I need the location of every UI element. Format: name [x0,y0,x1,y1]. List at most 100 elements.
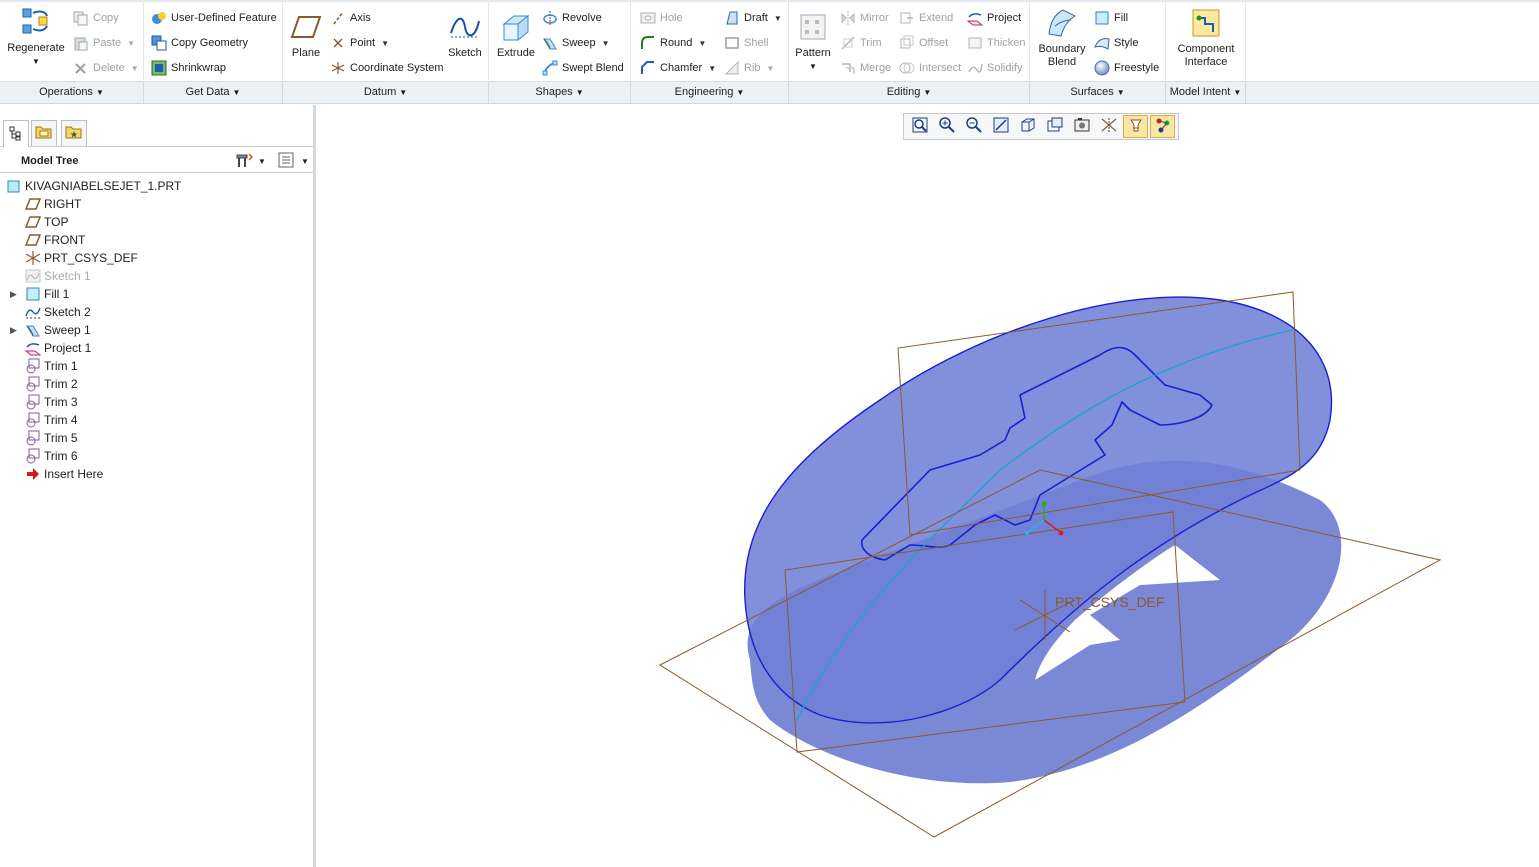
editing-group-menu[interactable]: Editing ▼ [789,81,1030,103]
tree-item-trim-4[interactable]: Trim 4 [25,411,78,429]
sweep-button[interactable]: Sweep ▼ [541,33,610,53]
component-interface-icon [1189,6,1223,40]
copy-geometry-button[interactable]: Copy Geometry [150,33,248,53]
intersect-button[interactable]: Intersect [898,58,961,78]
copy-button[interactable]: Copy [72,8,119,28]
annotation-display-button[interactable] [1150,115,1175,138]
fill-button[interactable]: Fill [1093,8,1128,28]
sketch-button[interactable]: Sketch [445,10,485,60]
tree-item-trim-6[interactable]: Trim 6 [25,447,78,465]
folder-browser-icon [35,124,53,143]
tree-item-trim-2[interactable]: Trim 2 [25,375,78,393]
merge-button[interactable]: Merge [839,58,891,78]
getdata-group-menu[interactable]: Get Data ▼ [144,81,283,103]
expand-arrow-icon[interactable]: ▶ [10,325,20,336]
chevron-down-icon: ▼ [127,38,136,48]
mirror-button[interactable]: Mirror [839,8,889,28]
tab-folder-browser[interactable] [31,120,57,146]
component-interface-button[interactable]: Component Interface [1172,6,1240,69]
modelintent-group-menu[interactable]: Model Intent ▼ [1166,81,1246,103]
tree-item-project-1[interactable]: Project 1 [25,339,91,357]
tree-item-trim-1[interactable]: Trim 1 [25,357,78,375]
saved-views-button[interactable] [1042,115,1067,138]
display-style-icon [1019,116,1037,137]
tree-item-front[interactable]: FRONT [25,231,85,249]
tree-item-label: Trim 6 [44,449,78,463]
model-viewport[interactable]: PRT_CSYS_DEF [319,105,1539,867]
chevron-down-icon: ▼ [130,63,139,73]
tab-favorites[interactable] [61,120,87,146]
repaint-button[interactable] [988,115,1013,138]
refit-button[interactable] [907,115,932,138]
view-manager-button[interactable] [1069,115,1094,138]
shrinkwrap-button[interactable]: Shrinkwrap [150,58,226,78]
tree-item-sweep-1[interactable]: ▶ Sweep 1 [10,321,91,339]
graphics-window[interactable]: PRT_CSYS_DEF [319,105,1539,867]
trim-icon [25,394,41,410]
shell-icon [723,35,740,52]
rib-button[interactable]: Rib ▼ [723,58,774,78]
point-button[interactable]: Point ▼ [329,33,389,53]
surfaces-group-menu[interactable]: Surfaces ▼ [1030,81,1166,103]
chamfer-button[interactable]: Chamfer ▼ [639,58,716,78]
trim-icon [839,35,856,52]
tree-settings-button[interactable]: ▼ [234,152,266,170]
thicken-button[interactable]: Thicken [966,33,1026,53]
freestyle-button[interactable]: Freestyle [1093,58,1159,78]
pattern-button[interactable]: Pattern ▼ [793,10,833,73]
engineering-group-menu[interactable]: Engineering ▼ [631,81,789,103]
datum-group-menu[interactable]: Datum ▼ [283,81,489,103]
plane-button[interactable]: Plane [287,10,325,60]
round-button[interactable]: Round ▼ [639,33,706,53]
shell-button[interactable]: Shell [723,33,768,53]
tree-item-prt-csys-def[interactable]: PRT_CSYS_DEF [25,249,138,267]
tree-item-trim-5[interactable]: Trim 5 [25,429,78,447]
extend-button[interactable]: Extend [898,8,953,28]
csys-icon [329,60,346,77]
point-label: Point [350,37,376,49]
ribbon-bar-filler [1246,81,1539,103]
boundary-blend-button[interactable]: Boundary Blend [1034,6,1090,69]
delete-x-icon [72,60,89,77]
tree-item-label: Trim 1 [44,359,78,373]
coordinate-system-button[interactable]: Coordinate System [329,58,444,78]
display-style-button[interactable] [1015,115,1040,138]
graphics-toolbar [903,113,1179,140]
hole-button[interactable]: Hole [639,8,683,28]
tree-item-label: Sweep 1 [44,323,91,337]
tree-show-button[interactable]: ▼ [277,152,309,170]
swept-blend-button[interactable]: Swept Blend [541,58,624,78]
draft-button[interactable]: Draft ▼ [723,8,782,28]
operations-group-menu[interactable]: Operations ▼ [0,81,144,103]
tree-item-insert-here[interactable]: Insert Here [25,465,103,483]
tree-item-right[interactable]: RIGHT [25,195,81,213]
tree-item-trim-3[interactable]: Trim 3 [25,393,78,411]
offset-button[interactable]: Offset [898,33,948,53]
tree-item-sketch-2[interactable]: Sketch 2 [25,303,91,321]
zoom-in-button[interactable] [934,115,959,138]
tree-item-top[interactable]: TOP [25,213,68,231]
tab-model-tree[interactable] [3,120,29,147]
datum-display-filters-button[interactable] [1123,115,1148,138]
solidify-button[interactable]: Solidify [966,58,1022,78]
delete-button[interactable]: Delete ▼ [72,58,139,78]
tree-item-sketch-1[interactable]: Sketch 1 [25,267,91,285]
revolve-button[interactable]: Revolve [541,8,602,28]
user-defined-feature-button[interactable]: User-Defined Feature [150,8,277,28]
boundary-blend-icon [1045,6,1079,40]
zoom-out-button[interactable] [961,115,986,138]
style-button[interactable]: Style [1093,33,1138,53]
project-button[interactable]: Project [966,8,1021,28]
perspective-button[interactable] [1096,115,1121,138]
extrude-button[interactable]: Extrude [493,10,539,60]
regenerate-button[interactable]: Regenerate ▼ [4,5,68,68]
shapes-group-menu[interactable]: Shapes ▼ [489,81,631,103]
model-tree-title: Model Tree [21,155,79,167]
tree-item-part[interactable]: KIVAGNIABELSEJET_1.PRT [6,177,181,195]
trim-button[interactable]: Trim [839,33,882,53]
axis-button[interactable]: Axis [329,8,371,28]
tree-item-fill-1[interactable]: ▶ Fill 1 [10,285,69,303]
expand-arrow-icon[interactable]: ▶ [10,289,20,300]
copy-label: Copy [93,12,119,24]
paste-button[interactable]: Paste ▼ [72,33,135,53]
